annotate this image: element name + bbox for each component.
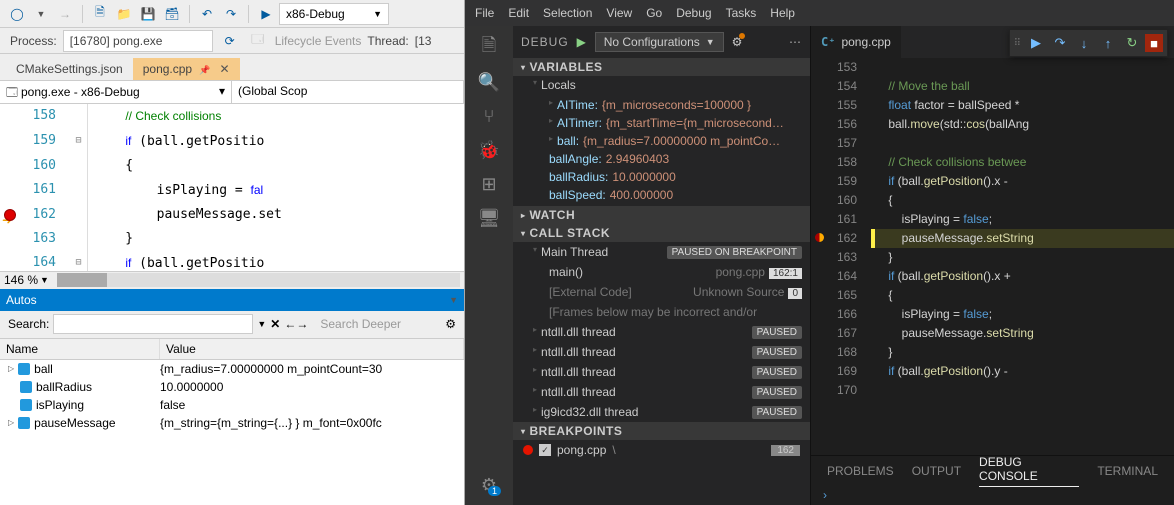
save-all-icon[interactable]: 🗃 [161,3,183,25]
config-dropdown[interactable]: No Configurations▼ [595,32,724,52]
debug-icon[interactable]: 🐞 [475,136,503,164]
remote-icon[interactable]: 🖥 [475,204,503,232]
menu-tasks[interactable]: Tasks [726,6,757,20]
main-thread[interactable]: ▾Main Thread PAUSED ON BREAKPOINT [513,242,810,262]
breakpoints-header[interactable]: ▾BREAKPOINTS [513,422,810,440]
save-icon[interactable]: 💾 [137,3,159,25]
process-dropdown[interactable]: [16780] pong.exe [63,30,213,52]
editor[interactable]: 158 // Check collisions159⊟ if (ball.get… [0,104,464,271]
menubar: File Edit Selection View Go Debug Tasks Help [465,0,1174,26]
start-debug-icon[interactable]: ▶ [573,33,591,51]
menu-edit[interactable]: Edit [508,6,529,20]
thread-label: Thread: [367,34,408,48]
panel-tabs: PROBLEMSOUTPUTDEBUG CONSOLETERMINAL [811,455,1174,485]
menu-go[interactable]: Go [646,6,662,20]
visual-studio-window: ◯ ▼ → 🗎 📁 💾 🗃 ↶ ↷ ▶ x86-Debug ▼ Process:… [0,0,465,505]
tab-cmakesettings[interactable]: CMakeSettings.json [6,58,133,80]
close-tab-icon[interactable]: ✕ [219,62,229,76]
process-label: Process: [10,34,57,48]
extensions-icon[interactable]: ⊞ [475,170,503,198]
navigation-bar: 🗔 pong.exe - x86-Debug ▾ (Global Scop [0,80,464,104]
panel-dropdown-icon[interactable]: ▼ [449,295,458,305]
configure-icon[interactable]: ⚙ [732,35,744,49]
settings-icon[interactable]: ⚙1 [475,471,503,499]
redo-icon[interactable]: ↷ [220,3,242,25]
watch-header[interactable]: ▸WATCH [513,206,810,224]
scope-combo[interactable]: (Global Scop [232,81,464,103]
variables-header[interactable]: ▾VARIABLES [513,58,810,76]
autos-panel-header[interactable]: Autos ▼ [0,289,464,311]
lifecycle-label: Lifecycle Events [275,34,362,48]
stop-icon[interactable]: ■ [1145,34,1163,52]
editor-group: C⁺ pong.cpp ⠿ ▶ ↷ ↓ ↑ ↻ ■ 15315415515615… [811,26,1174,505]
pin-icon[interactable]: 📌 [199,65,210,75]
debug-toolbar: Process: [16780] pong.exe ⟳ 🗔 Lifecycle … [0,28,464,54]
undo-icon[interactable]: ↶ [196,3,218,25]
open-icon[interactable]: 📁 [113,3,135,25]
menu-selection[interactable]: Selection [543,6,592,20]
vs-toolbar: ◯ ▼ → 🗎 📁 💾 🗃 ↶ ↷ ▶ x86-Debug ▼ [0,0,464,28]
zoom-level[interactable]: 146 % [4,273,38,287]
back-button[interactable]: ◯ [6,3,28,25]
refresh-icon[interactable]: ⟳ [219,30,241,52]
step-over-icon[interactable]: ↷ [1049,32,1071,54]
search-input[interactable] [53,314,253,334]
search-deeper[interactable]: Search Deeper [320,317,401,331]
scm-icon[interactable]: ⑂ [475,102,503,130]
vscode-window: File Edit Selection View Go Debug Tasks Help 🗎 … [465,0,1174,505]
col-name[interactable]: Name [0,339,160,359]
lifecycle-icon[interactable]: 🗔 [247,30,269,52]
code-editor[interactable]: 1531541551561571581591601611621631641651… [811,58,1174,455]
autos-table: Name Value ▷ball{m_radius=7.00000000 m_p… [0,339,464,505]
project-combo[interactable]: 🗔 pong.exe - x86-Debug ▾ [0,81,232,103]
document-tabs: CMakeSettings.json pong.cpp 📌 ✕ [0,54,464,80]
gear-icon[interactable]: ⚙ [445,317,456,331]
menu-view[interactable]: View [606,6,632,20]
step-into-icon[interactable]: ↓ [1073,32,1095,54]
continue-icon[interactable]: ▶ [1025,32,1047,54]
autos-search: Search: ▼ ✕ ←→ Search Deeper ⚙ [0,311,464,339]
explorer-icon[interactable]: 🗎 [475,34,503,62]
tab-pongcpp[interactable]: pong.cpp 📌 ✕ [133,58,240,80]
cpp-file-icon: C⁺ [821,35,835,49]
step-out-icon[interactable]: ↑ [1097,32,1119,54]
debug-sidebar: DEBUG ▶ No Configurations▼ ⚙ ⋯ ▾VARIABLE… [513,26,811,505]
menu-file[interactable]: File [475,6,494,20]
breakpoint-row[interactable]: ✓ pong.cpp \ 162 [513,440,810,460]
restart-icon[interactable]: ↻ [1121,32,1143,54]
tab-pongcpp[interactable]: C⁺ pong.cpp [811,26,901,58]
menu-help[interactable]: Help [770,6,795,20]
activity-bar: 🗎 🔍 ⑂ 🐞 ⊞ 🖥 ⚙1 [465,26,513,505]
grip-icon[interactable]: ⠿ [1014,38,1021,49]
clear-icon[interactable]: ✕ [270,317,280,331]
debug-toolbar[interactable]: ⠿ ▶ ↷ ↓ ↑ ↻ ■ [1009,29,1168,57]
nav-icon[interactable]: ←→ [284,317,308,331]
config-dropdown[interactable]: x86-Debug ▼ [279,3,389,25]
select-startup-icon[interactable]: ▶ [255,3,277,25]
more-icon[interactable]: ⋯ [789,35,802,49]
locals-header[interactable]: ▾Locals [513,76,810,94]
new-project-icon[interactable]: 🗎 [89,3,111,25]
callstack-header[interactable]: ▾CALL STACK [513,224,810,242]
col-value[interactable]: Value [160,339,464,359]
editor-statusbar: 146 % ▼ [0,271,464,289]
search-icon[interactable]: 🔍 [475,68,503,96]
thread-value: [13 [415,34,432,48]
editor-tabs: C⁺ pong.cpp ⠿ ▶ ↷ ↓ ↑ ↻ ■ [811,26,1174,58]
debug-header: DEBUG ▶ No Configurations▼ ⚙ ⋯ [513,26,810,58]
bp-dot-icon [523,445,533,455]
back-dropdown[interactable]: ▼ [30,3,52,25]
debug-console[interactable]: › [811,485,1174,505]
menu-debug[interactable]: Debug [676,6,711,20]
config-value: x86-Debug [286,7,345,21]
forward-button[interactable]: → [54,3,76,25]
bp-checkbox[interactable]: ✓ [539,444,551,456]
h-scrollbar[interactable] [57,273,460,287]
